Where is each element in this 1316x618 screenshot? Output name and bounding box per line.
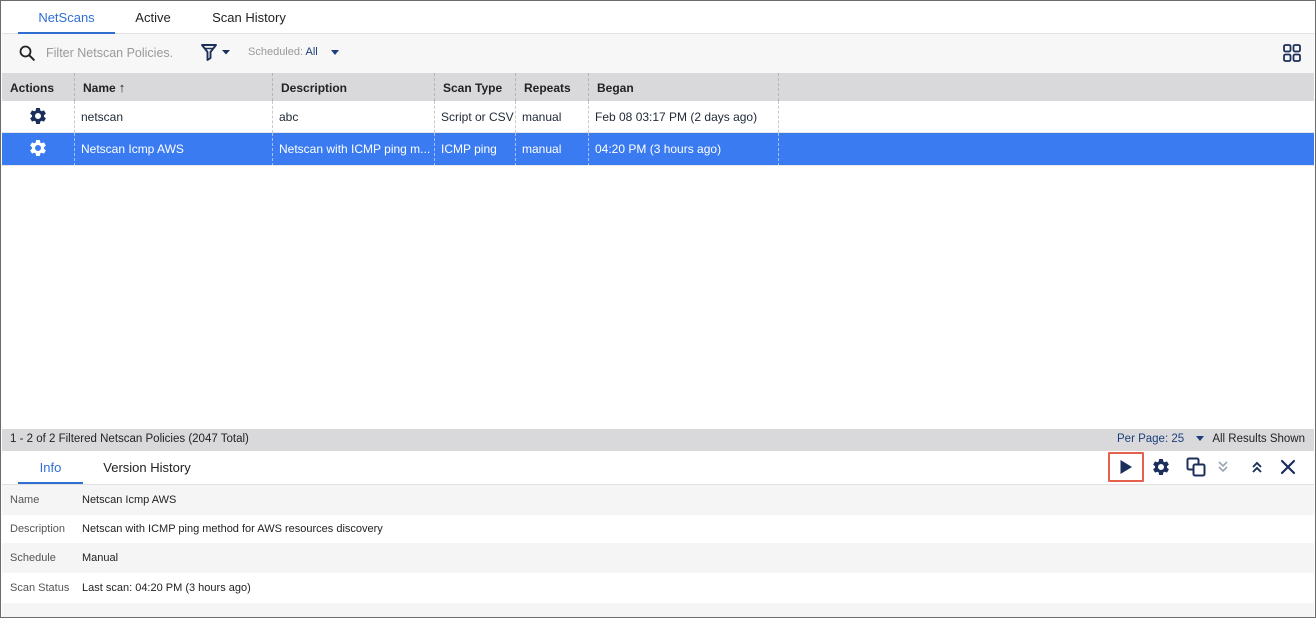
run-netscan-button[interactable] [1108, 452, 1144, 482]
scheduled-value: All [305, 46, 318, 58]
detail-row-schedule: Schedule Manual [2, 543, 1314, 573]
clone-button[interactable] [1181, 453, 1211, 481]
tab-netscans[interactable]: NetScans [18, 2, 115, 34]
detail-panel-bottom [2, 603, 1314, 617]
search-input[interactable] [40, 42, 190, 64]
cell-began: Feb 08 03:17 PM (2 days ago) [589, 101, 779, 133]
cell-name: Netscan Icmp AWS [75, 133, 273, 166]
detail-tabs: Info Version History [2, 451, 1314, 485]
double-chevron-down-icon [1218, 461, 1228, 473]
detail-row-scan-status: Scan Status Last scan: 04:20 PM (3 hours… [2, 573, 1314, 603]
table-row[interactable]: netscan abc Script or CSV manual Feb 08 … [2, 101, 1314, 133]
column-header-description[interactable]: Description [273, 73, 435, 101]
column-header-label: Description [281, 81, 348, 95]
detail-key: Name [10, 494, 40, 506]
scheduled-dropdown[interactable]: Scheduled: All [248, 46, 339, 58]
cell-scan-type: Script or CSV [435, 101, 516, 133]
grid-view-icon[interactable] [1283, 44, 1301, 62]
detail-row-name: Name Netscan Icmp AWS [2, 485, 1314, 515]
play-icon [1120, 460, 1132, 474]
toolbar: Scheduled: All [2, 34, 1314, 73]
tab-version-history[interactable]: Version History [92, 451, 202, 484]
app-window: NetScans Active Scan History Scheduled: … [0, 0, 1316, 618]
detail-value: Netscan Icmp AWS [82, 494, 177, 506]
column-header-actions[interactable]: Actions [2, 73, 75, 101]
main-tabs: NetScans Active Scan History [2, 2, 1314, 34]
all-results-label: All Results Shown [1212, 433, 1305, 445]
gear-icon[interactable] [28, 138, 48, 158]
cell-began: 04:20 PM (3 hours ago) [589, 133, 779, 166]
row-actions-cell[interactable] [2, 133, 75, 166]
column-header-repeats[interactable]: Repeats [516, 73, 589, 101]
clone-icon [1186, 457, 1206, 477]
sort-arrow-up-icon: ↑ [118, 80, 126, 95]
double-chevron-up-icon [1252, 461, 1262, 473]
row-actions-cell[interactable] [2, 101, 75, 133]
detail-key: Scan Status [10, 582, 70, 594]
column-header-label: Scan Type [443, 81, 503, 95]
tab-active[interactable]: Active [120, 2, 186, 34]
cell-description: abc [273, 101, 435, 133]
column-header-label: Repeats [524, 81, 571, 95]
detail-key: Description [10, 523, 66, 535]
tab-info[interactable]: Info [18, 451, 83, 484]
collapse-up-button[interactable] [1242, 453, 1272, 481]
table-header: Actions Name ↑ Description Scan Type Repe… [2, 73, 1314, 101]
chevron-down-icon [330, 49, 339, 55]
cell-description: Netscan with ICMP ping m... [273, 133, 435, 166]
gear-icon[interactable] [28, 106, 48, 126]
chevron-down-icon [1196, 436, 1205, 442]
column-header-label: Actions [10, 81, 55, 95]
cell-scan-type: ICMP ping [435, 133, 516, 166]
detail-value: Manual [82, 552, 119, 564]
filter-icon [201, 44, 230, 61]
cell-name: netscan [75, 101, 273, 133]
column-header-began[interactable]: Began [589, 73, 779, 101]
cell-repeats: manual [516, 133, 589, 166]
scheduled-label: Scheduled: [248, 46, 304, 58]
detail-value: Last scan: 04:20 PM (3 hours ago) [82, 582, 251, 594]
search-icon [19, 45, 35, 61]
close-icon [1280, 459, 1296, 475]
settings-button[interactable] [1146, 453, 1176, 481]
per-page-dropdown[interactable]: Per Page: 25 [1117, 433, 1205, 445]
per-page-label: Per Page: 25 [1117, 433, 1185, 445]
close-panel-button[interactable] [1273, 453, 1303, 481]
detail-row-description: Description Netscan with ICMP ping metho… [2, 514, 1314, 544]
tab-scan-history[interactable]: Scan History [198, 2, 300, 34]
results-count: 1 - 2 of 2 Filtered Netscan Policies (20… [10, 433, 249, 445]
column-header-label: Began [597, 81, 634, 95]
expand-down-button[interactable] [1210, 453, 1236, 481]
column-header-label: Name [83, 81, 116, 95]
detail-value: Netscan with ICMP ping method for AWS re… [82, 523, 383, 535]
column-header-name[interactable]: Name ↑ [75, 73, 273, 101]
cell-repeats: manual [516, 101, 589, 133]
filter-button[interactable] [200, 43, 234, 63]
table-row-selected[interactable]: Netscan Icmp AWS Netscan with ICMP ping … [2, 133, 1314, 166]
gear-icon [1153, 458, 1169, 475]
detail-key: Schedule [10, 552, 56, 564]
chevron-down-icon [222, 50, 230, 55]
table-footer: 1 - 2 of 2 Filtered Netscan Policies (20… [2, 429, 1314, 451]
column-header-scan-type[interactable]: Scan Type [435, 73, 516, 101]
